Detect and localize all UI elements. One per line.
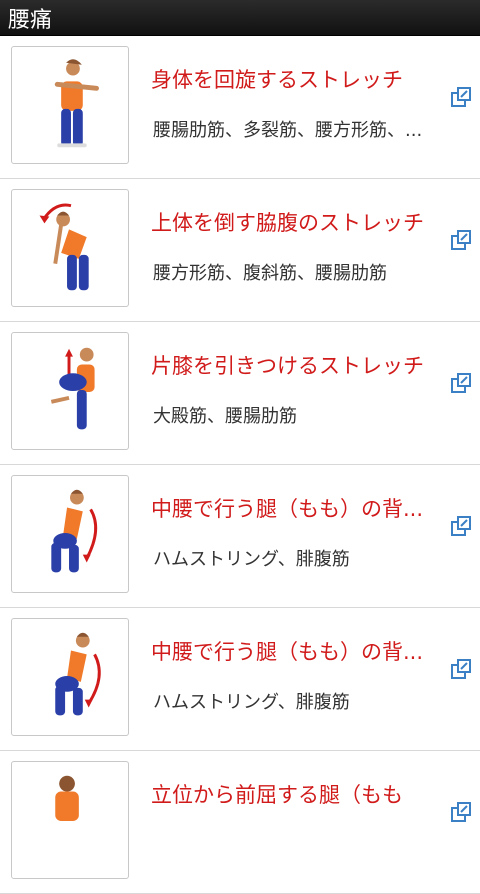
stretch-thumbnail (11, 761, 129, 879)
list-item[interactable]: 身体を回旋するストレッチ 腰腸肋筋、多裂筋、腰方形筋、... (0, 36, 480, 179)
list-item[interactable]: 中腰で行う腿（もも）の背... ハムストリング、腓腹筋 (0, 465, 480, 608)
item-muscles: 腰腸肋筋、多裂筋、腰方形筋、... (153, 120, 423, 141)
item-muscles: 大殿筋、腰腸肋筋 (153, 406, 297, 427)
item-muscles: ハムストリング、腓腹筋 (153, 692, 350, 713)
item-title: 身体を回旋するストレッチ (151, 68, 403, 92)
stretch-thumbnail (11, 618, 129, 736)
stretch-thumbnail (11, 189, 129, 307)
external-link-icon[interactable] (450, 229, 472, 251)
stretch-thumbnail (11, 332, 129, 450)
item-title: 立位から前屈する腿（もも (151, 783, 403, 807)
stretch-thumbnail (11, 46, 129, 164)
external-link-icon[interactable] (450, 801, 472, 823)
external-link-icon[interactable] (450, 86, 472, 108)
page-title: 腰痛 (8, 7, 53, 33)
list-item[interactable]: 立位から前屈する腿（もも (0, 751, 480, 894)
external-link-icon[interactable] (450, 372, 472, 394)
list-item[interactable]: 中腰で行う腿（もも）の背... ハムストリング、腓腹筋 (0, 608, 480, 751)
external-link-icon[interactable] (450, 515, 472, 537)
stretch-thumbnail (11, 475, 129, 593)
item-title: 上体を倒す脇腹のストレッチ (151, 211, 424, 235)
item-title: 中腰で行う腿（もも）の背... (151, 640, 424, 664)
list-item[interactable]: 上体を倒す脇腹のストレッチ 腰方形筋、腹斜筋、腰腸肋筋 (0, 179, 480, 322)
item-title: 片膝を引きつけるストレッチ (151, 354, 424, 378)
item-title: 中腰で行う腿（もも）の背... (151, 497, 424, 521)
stretch-list: 身体を回旋するストレッチ 腰腸肋筋、多裂筋、腰方形筋、... 上体を倒す脇腹のス… (0, 36, 480, 894)
list-item[interactable]: 片膝を引きつけるストレッチ 大殿筋、腰腸肋筋 (0, 322, 480, 465)
action-bar: 腰痛 (0, 0, 480, 36)
item-muscles: ハムストリング、腓腹筋 (153, 549, 350, 570)
external-link-icon[interactable] (450, 658, 472, 680)
item-muscles: 腰方形筋、腹斜筋、腰腸肋筋 (153, 263, 387, 284)
